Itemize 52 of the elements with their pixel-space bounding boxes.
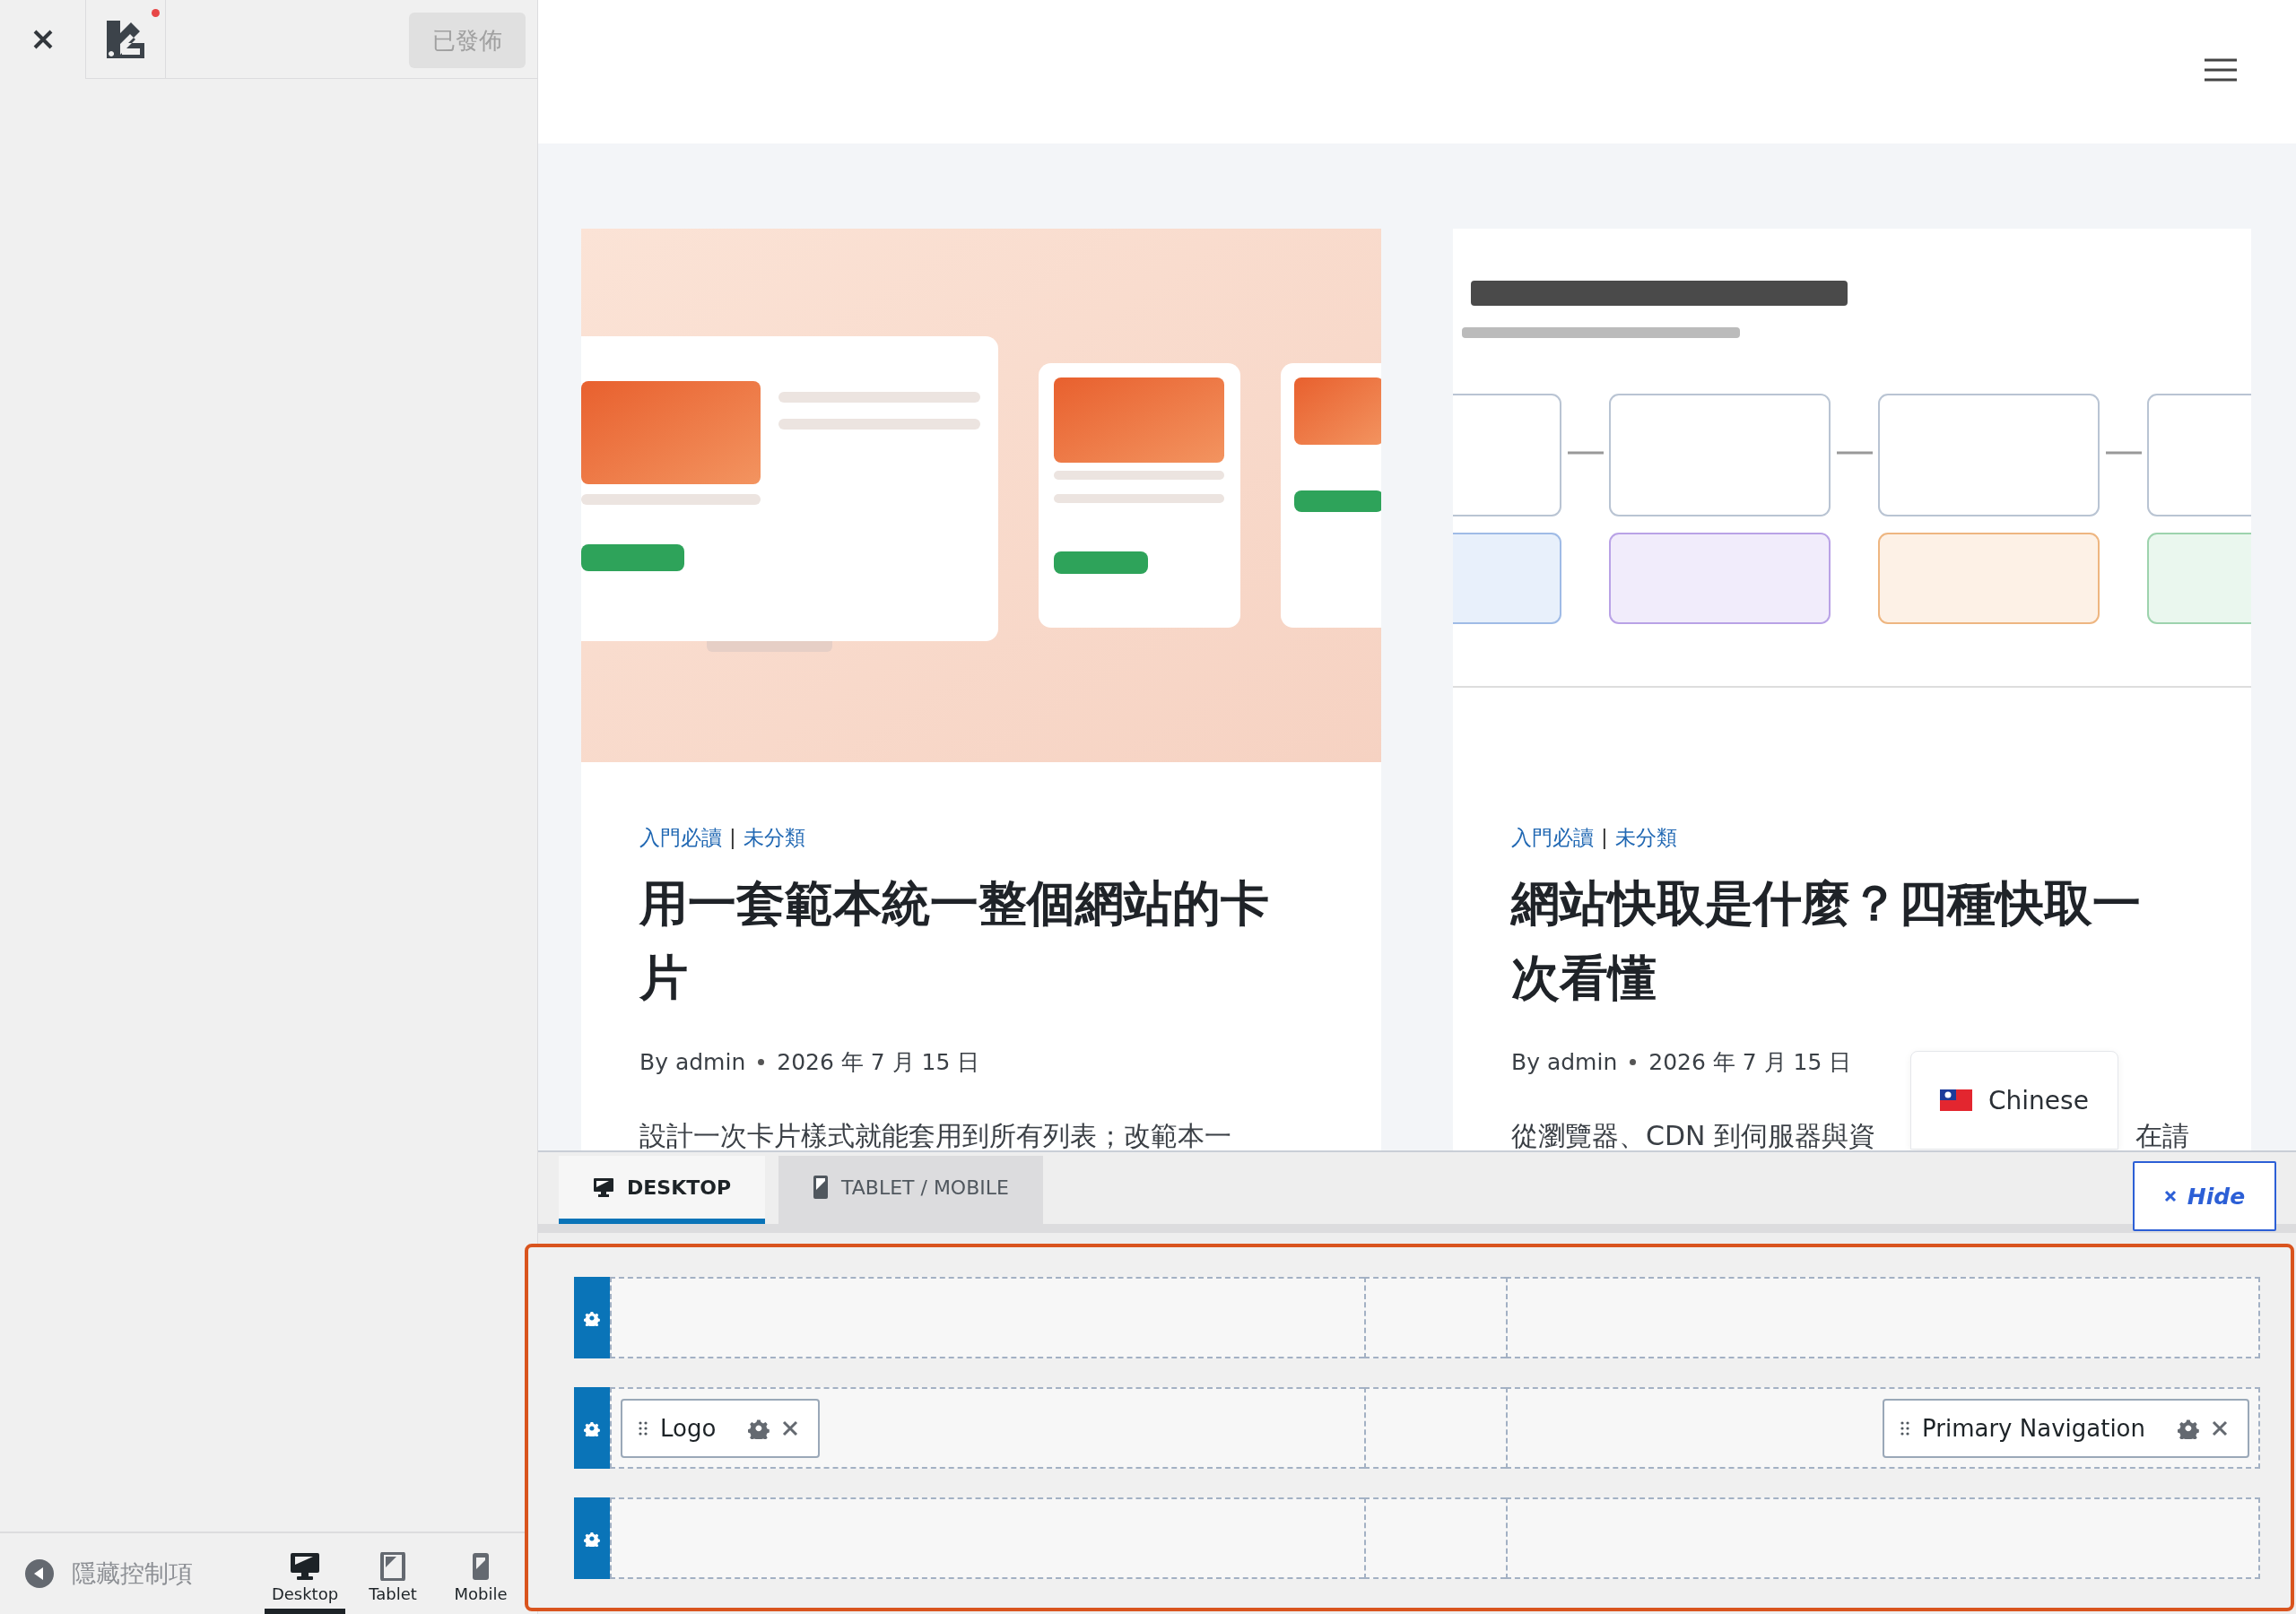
builder-item[interactable]: Primary Navigation <box>1883 1398 2249 1458</box>
item-label: Primary Navigation <box>1922 1414 2145 1442</box>
desktop-icon <box>593 1177 614 1197</box>
post-excerpt: 從瀏覽器、CDN 到伺服器與資 <box>1511 1119 1876 1153</box>
post-title[interactable]: 用一套範本統一整個網站的卡片 <box>639 866 1303 1015</box>
phone-icon <box>813 1175 829 1200</box>
category-link[interactable]: 未分類 <box>743 823 805 852</box>
close-icon[interactable] <box>782 1419 799 1436</box>
builder-zone[interactable]: Primary Navigation <box>1506 1387 2260 1469</box>
menu-icon[interactable] <box>2205 58 2237 82</box>
hide-button[interactable]: Hide <box>2133 1161 2276 1231</box>
post-date: 2026 年 7 月 15 日 <box>777 1047 980 1077</box>
row-settings-button[interactable] <box>574 1387 610 1469</box>
desktop-icon <box>289 1552 321 1581</box>
builder-tab[interactable]: TABLET / MOBILE <box>778 1156 1043 1224</box>
drag-handle-icon[interactable] <box>639 1420 648 1436</box>
post-author: By admin <box>639 1048 746 1075</box>
flag-icon <box>1940 1089 1972 1111</box>
post-excerpt: 在請 <box>2135 1119 2190 1153</box>
post-date: 2026 年 7 月 15 日 <box>1648 1047 1852 1077</box>
tablet-icon <box>380 1552 405 1581</box>
post-excerpt: 設計一次卡片樣式就能套用到所有列表；改範本一 <box>639 1119 1231 1153</box>
post-author: By admin <box>1511 1048 1618 1075</box>
close-icon <box>2163 1190 2177 1202</box>
category-link[interactable]: 入門必讀 <box>1511 823 1594 852</box>
phone-icon <box>472 1552 490 1581</box>
gear-icon <box>584 1419 600 1436</box>
category-separator: | <box>729 826 736 849</box>
collapse-icon <box>25 1559 54 1588</box>
category-link[interactable]: 入門必讀 <box>639 823 722 852</box>
builder-item[interactable]: Logo <box>621 1398 821 1458</box>
device-button[interactable]: Desktop <box>265 1533 345 1614</box>
language-label: Chinese <box>1988 1085 2089 1115</box>
row-settings-button[interactable] <box>574 1277 610 1358</box>
gear-icon <box>584 1530 600 1547</box>
device-button[interactable]: Tablet <box>352 1533 433 1614</box>
language-popup[interactable]: Chinese <box>1910 1051 2118 1150</box>
builder-tab[interactable]: DESKTOP <box>559 1156 765 1224</box>
post-title[interactable]: 網站快取是什麼？四種快取一次看懂 <box>1511 866 2175 1015</box>
customize-button[interactable] <box>85 0 166 79</box>
gear-icon <box>584 1309 600 1326</box>
device-button[interactable]: Mobile <box>440 1533 521 1614</box>
category-separator: | <box>1601 826 1608 849</box>
paint-swatch-icon <box>107 20 144 58</box>
drag-handle-icon[interactable] <box>1900 1420 1910 1436</box>
row-settings-button[interactable] <box>574 1497 610 1579</box>
builder-zone[interactable]: Logo <box>610 1387 1364 1469</box>
separator-dot <box>1630 1058 1637 1065</box>
category-link[interactable]: 未分類 <box>1614 823 1677 852</box>
item-label: Logo <box>660 1414 717 1442</box>
separator-dot <box>758 1058 765 1065</box>
close-icon[interactable] <box>2212 1419 2228 1436</box>
